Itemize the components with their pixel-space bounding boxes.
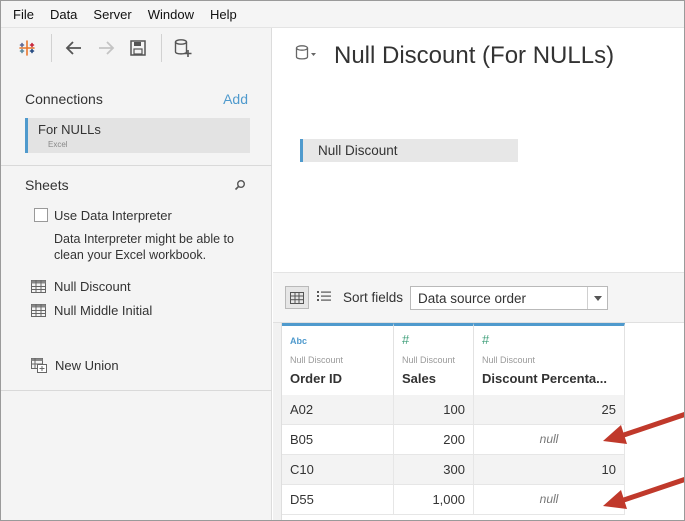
number-type-icon[interactable]: # xyxy=(402,332,409,347)
string-type-icon[interactable]: Abc xyxy=(290,336,307,346)
menu-bar: File Data Server Window Help xyxy=(1,1,684,28)
cell-sales: 200 xyxy=(394,425,474,454)
cell-order-id: D55 xyxy=(282,485,394,514)
sheets-title: Sheets xyxy=(25,177,69,193)
sheet-label: Null Discount xyxy=(54,278,131,294)
column-source: Null Discount xyxy=(290,355,344,365)
list-view-icon[interactable] xyxy=(317,290,331,305)
column-header-discount-percentage[interactable]: # Null Discount Discount Percenta... xyxy=(474,323,625,395)
column-header-order-id[interactable]: Abc Null Discount Order ID xyxy=(282,323,394,395)
use-data-interpreter-checkbox[interactable] xyxy=(34,208,48,222)
new-datasource-icon[interactable] xyxy=(171,36,195,60)
toolbar-divider xyxy=(51,34,52,62)
grid-view-icon[interactable] xyxy=(285,286,309,309)
table-row: A02 100 25 xyxy=(282,395,625,425)
cell-sales: 100 xyxy=(394,395,474,424)
sort-fields-value: Data source order xyxy=(418,291,527,306)
column-name: Order ID xyxy=(290,371,343,386)
column-name: Discount Percenta... xyxy=(482,371,607,386)
cell-order-id: A02 xyxy=(282,395,394,424)
menu-window[interactable]: Window xyxy=(148,7,194,22)
column-header-sales[interactable]: # Null Discount Sales xyxy=(394,323,474,395)
column-name: Sales xyxy=(402,371,436,386)
menu-help[interactable]: Help xyxy=(210,7,237,22)
left-pane: Connections Add For NULLs Excel Sheets U… xyxy=(1,28,272,520)
annotation-arrow-icon xyxy=(603,412,684,444)
column-source: Null Discount xyxy=(402,355,456,365)
add-connection-link[interactable]: Add xyxy=(223,91,248,107)
sheet-label: Null Middle Initial xyxy=(54,302,153,318)
column-source: Null Discount xyxy=(482,355,536,365)
menu-file[interactable]: File xyxy=(13,7,34,22)
sort-fields-label: Sort fields xyxy=(343,290,404,305)
connection-item[interactable]: For NULLs Excel xyxy=(25,118,250,153)
new-union-item[interactable]: New Union xyxy=(31,356,119,374)
new-union-label: New Union xyxy=(55,357,119,373)
sheet-item-null-middle-initial[interactable]: Null Middle Initial xyxy=(31,301,152,319)
table-icon xyxy=(31,303,46,317)
table-icon xyxy=(31,279,46,293)
chevron-down-icon[interactable] xyxy=(587,287,607,309)
datasource-title[interactable]: Null Discount (For NULLs) xyxy=(334,42,614,70)
search-icon[interactable] xyxy=(234,179,246,194)
interpreter-description: Data Interpreter might be able to clean … xyxy=(54,232,234,262)
cell-order-id: C10 xyxy=(282,455,394,484)
union-icon xyxy=(31,357,47,373)
menu-data[interactable]: Data xyxy=(50,7,77,22)
grid-row-gutter xyxy=(273,323,282,520)
app-window: File Data Server Window Help Connections… xyxy=(0,0,685,521)
toolbar-divider xyxy=(161,34,162,62)
connection-type: Excel xyxy=(48,140,68,149)
cell-sales: 300 xyxy=(394,455,474,484)
cell-sales: 1,000 xyxy=(394,485,474,514)
table-row: D55 1,000 null xyxy=(282,485,625,515)
sheet-item-null-discount[interactable]: Null Discount xyxy=(31,277,131,295)
table-row: C10 300 10 xyxy=(282,455,625,485)
table-row: B05 200 null xyxy=(282,425,625,455)
cell-order-id: B05 xyxy=(282,425,394,454)
canvas-table-null-discount[interactable]: Null Discount xyxy=(300,139,518,162)
toolbar xyxy=(1,28,272,68)
forward-arrow-icon[interactable] xyxy=(94,36,118,60)
number-type-icon[interactable]: # xyxy=(482,332,489,347)
connections-title: Connections xyxy=(25,91,103,107)
save-icon[interactable] xyxy=(126,36,150,60)
back-arrow-icon[interactable] xyxy=(62,36,86,60)
sort-fields-select[interactable]: Data source order xyxy=(410,286,608,310)
use-data-interpreter-label[interactable]: Use Data Interpreter xyxy=(54,208,172,223)
right-pane: Null Discount (For NULLs) Null Discount … xyxy=(273,28,684,520)
connection-name: For NULLs xyxy=(38,122,101,137)
section-divider xyxy=(1,165,272,166)
datasource-dropdown-icon[interactable] xyxy=(295,44,321,65)
tableau-logo-icon[interactable] xyxy=(15,36,39,60)
grid-toolbar: Sort fields Data source order xyxy=(273,272,684,323)
section-divider xyxy=(1,390,272,391)
menu-server[interactable]: Server xyxy=(93,7,131,22)
annotation-arrow-icon xyxy=(603,477,684,509)
